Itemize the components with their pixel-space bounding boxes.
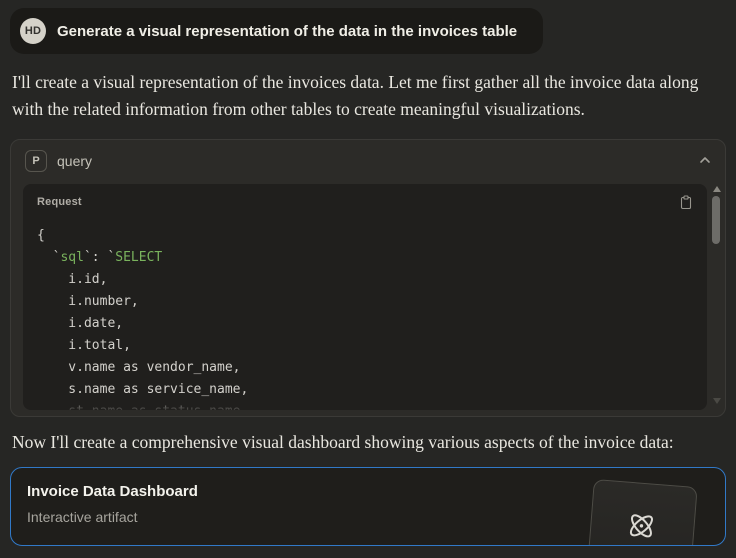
code-line: v.name as vendor_name, <box>37 360 241 375</box>
assistant-intro-paragraph: I'll create a visual representation of t… <box>12 72 699 119</box>
scrollbar-thumb[interactable] <box>712 196 720 244</box>
code-line: i.date, <box>37 316 124 331</box>
code-line: st.name as status_name <box>37 401 693 410</box>
code-line: i.total, <box>37 338 131 353</box>
scrollbar-down-arrow-icon[interactable] <box>713 398 721 404</box>
code-scrollbar[interactable] <box>712 186 721 404</box>
artifact-preview-thumbnail <box>585 479 698 545</box>
code-lines: { `sql`: `SELECT i.id, i.number, i.date,… <box>37 225 693 410</box>
atom-icon <box>629 514 654 538</box>
artifact-title: Invoice Data Dashboard <box>27 483 198 500</box>
code-line: i.number, <box>37 294 139 309</box>
user-avatar: HD <box>20 18 46 44</box>
assistant-followup-paragraph: Now I'll create a comprehensive visual d… <box>12 432 674 452</box>
tool-call-header[interactable]: P query <box>11 140 725 182</box>
chevron-up-icon[interactable] <box>698 153 712 167</box>
copy-icon[interactable] <box>679 195 693 210</box>
tool-call-panel: P query Request { `sql`: `SELECT i.id, i… <box>10 139 726 417</box>
code-line: i.id, <box>37 272 108 287</box>
scrollbar-up-arrow-icon[interactable] <box>713 186 721 192</box>
user-message-bubble: HD Generate a visual representation of t… <box>10 8 544 54</box>
request-code-block: Request { `sql`: `SELECT i.id, i.number,… <box>23 184 707 410</box>
request-label: Request <box>37 196 82 208</box>
code-line: s.name as service_name, <box>37 382 249 397</box>
user-message-text: Generate a visual representation of the … <box>57 22 518 40</box>
code-line: `sql`: `SELECT <box>37 250 163 265</box>
provider-badge: P <box>25 150 47 172</box>
code-line: { <box>37 228 45 243</box>
artifact-subtitle: Interactive artifact <box>27 509 138 525</box>
chat-page: HD Generate a visual representation of t… <box>0 0 736 558</box>
tool-name-label: query <box>57 153 93 169</box>
artifact-card[interactable]: Invoice Data Dashboard Interactive artif… <box>10 467 726 546</box>
